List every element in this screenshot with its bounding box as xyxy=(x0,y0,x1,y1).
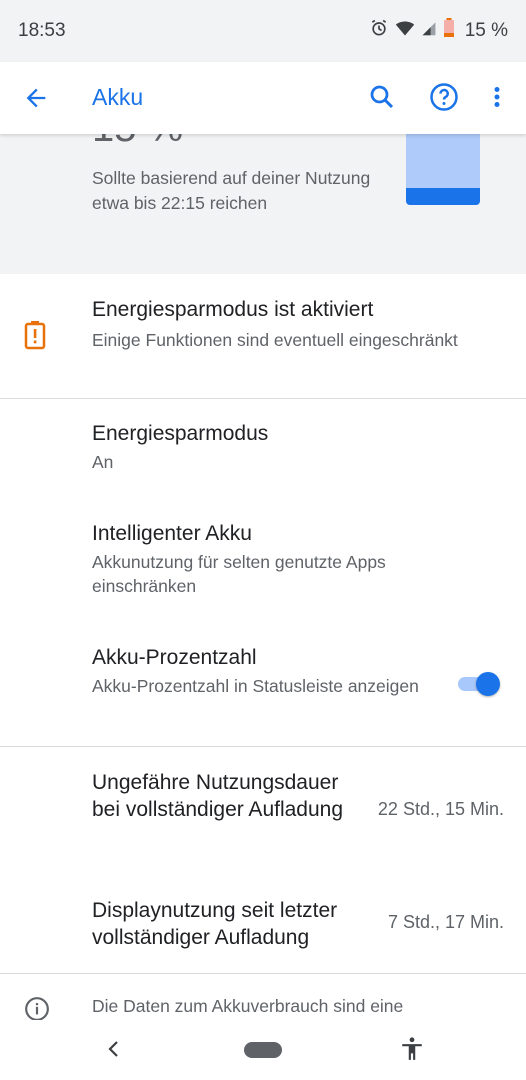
usage-footer-note: Die Daten zum Akkuverbrauch sind eine xyxy=(0,986,526,1020)
app-bar: Akku xyxy=(0,62,526,134)
search-icon[interactable] xyxy=(367,82,399,114)
info-icon xyxy=(24,996,50,1020)
saver-banner-title: Energiesparmodus ist aktiviert xyxy=(92,298,374,321)
battery-estimate: Sollte basierend auf deiner Nutzung etwa… xyxy=(92,168,371,213)
setting-subtitle: Akkunutzung für selten genutzte Apps ein… xyxy=(92,552,386,596)
setting-subtitle: Akku-Prozentzahl in Statusleiste anzeige… xyxy=(92,676,419,696)
home-pill-icon[interactable] xyxy=(244,1042,282,1063)
alarm-icon xyxy=(369,18,389,43)
setting-title: Energiesparmodus xyxy=(92,422,269,445)
status-battery-percent: 15 % xyxy=(464,19,508,41)
saver-banner-subtitle: Einige Funktionen sind eventuell eingesc… xyxy=(92,330,458,350)
accessibility-icon[interactable] xyxy=(399,1036,425,1067)
battery-header: 15 % Sollte basierend auf deiner Nutzung… xyxy=(0,134,526,274)
wifi-icon xyxy=(395,19,415,42)
status-icons: 15 % xyxy=(369,18,508,43)
stat-value: 22 Std., 15 Min. xyxy=(377,799,504,819)
stat-title: Ungefähre Nutzungsdauer bei vollständige… xyxy=(92,771,344,821)
setting-subtitle: An xyxy=(92,452,114,472)
stat-title: Displaynutzung seit letzter vollständige… xyxy=(92,899,338,949)
saver-banner[interactable]: Energiesparmodus ist aktiviert Einige Fu… xyxy=(0,274,526,398)
battery-alert-icon xyxy=(24,320,46,355)
status-time: 18:53 xyxy=(18,20,66,41)
more-vert-icon[interactable] xyxy=(486,82,518,114)
footer-note-text: Die Daten zum Akkuverbrauch sind eine xyxy=(92,996,404,1016)
battery-level-text: 15 % xyxy=(92,134,183,151)
setting-title: Akku-Prozentzahl xyxy=(92,646,257,669)
setting-smart-battery[interactable]: Intelligenter Akku Akkunutzung für selte… xyxy=(92,520,492,598)
toggle-thumb xyxy=(476,672,500,696)
navigation-bar xyxy=(0,1020,526,1080)
help-icon[interactable] xyxy=(429,82,461,114)
setting-battery-percentage[interactable]: Akku-Prozentzahl Akku-Prozentzahl in Sta… xyxy=(92,644,422,698)
divider xyxy=(0,746,526,747)
setting-title: Intelligenter Akku xyxy=(92,522,252,545)
battery-percentage-toggle[interactable] xyxy=(458,672,502,696)
page-title: Akku xyxy=(92,84,144,110)
nav-back-icon[interactable] xyxy=(104,1038,124,1065)
divider xyxy=(0,398,526,399)
status-bar: 18:53 15 % xyxy=(0,0,526,62)
battery-meter xyxy=(406,134,480,205)
stat-value: 7 Std., 17 Min. xyxy=(387,912,504,932)
battery-low-icon xyxy=(443,18,455,43)
cell-signal-icon xyxy=(421,19,437,42)
setting-energy-saver[interactable]: Energiesparmodus An xyxy=(92,420,492,474)
back-arrow-icon[interactable] xyxy=(22,84,50,112)
divider xyxy=(0,973,526,974)
battery-meter-fill xyxy=(406,188,480,205)
